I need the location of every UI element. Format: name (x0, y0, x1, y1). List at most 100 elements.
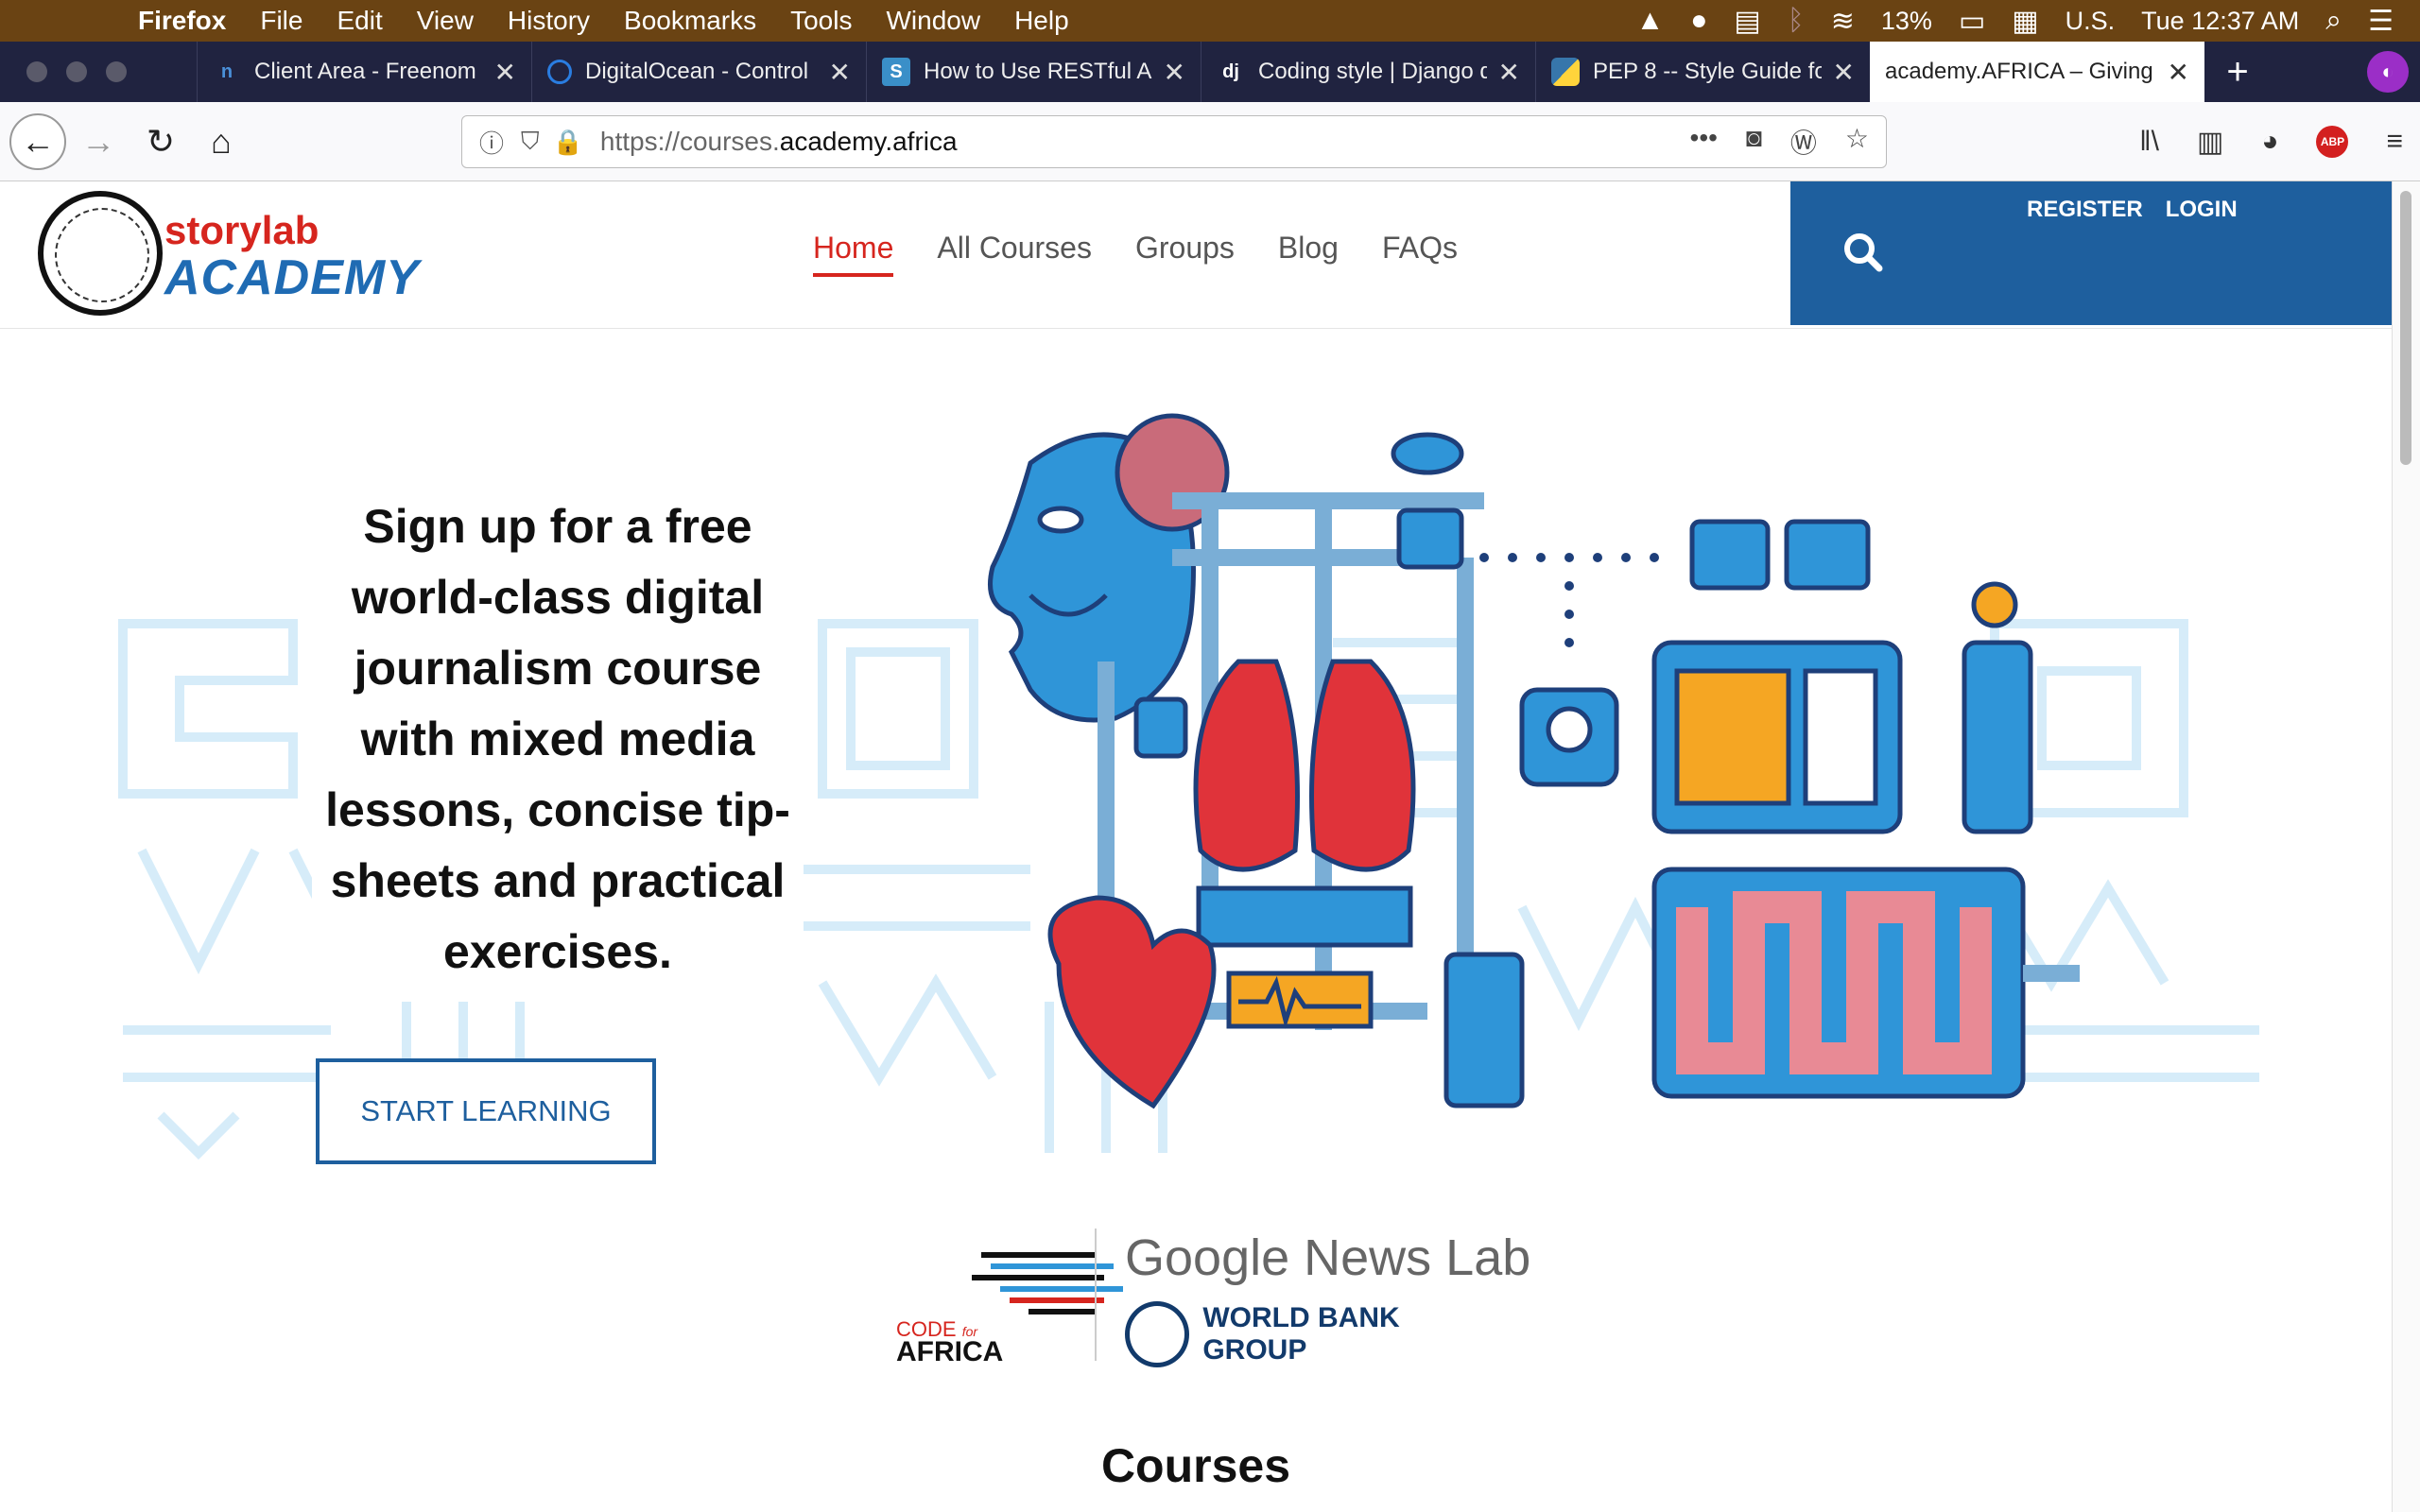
home-button[interactable]: ⌂ (199, 119, 244, 164)
tab-title: Client Area - Freenom (254, 59, 476, 84)
start-learning-button[interactable]: START LEARNING (316, 1058, 656, 1164)
tab-title: DigitalOcean - Control (585, 59, 809, 84)
nav-blog[interactable]: Blog (1278, 231, 1339, 277)
clock[interactable]: Tue 12:37 AM (2141, 7, 2299, 36)
menu-edit[interactable]: Edit (337, 6, 382, 36)
menubar-status-area: ▲ ● ▤ ᛒ ≋ 13% ▭ ▦ U.S. Tue 12:37 AM ⌕ ☰ (1636, 0, 2420, 42)
partners-logos: CODE for AFRICA Google News Lab WORLD BA… (889, 1228, 1530, 1370)
page-scrollbar[interactable] (2392, 181, 2420, 1512)
login-link[interactable]: LOGIN (2166, 197, 2238, 223)
pocket-icon[interactable]: ◙ (1746, 123, 1762, 161)
url-text[interactable]: https://courses.academy.africa (600, 127, 958, 157)
close-tab-icon[interactable]: ✕ (1498, 57, 1520, 88)
nav-home[interactable]: Home (813, 231, 894, 277)
site-info-icon[interactable]: ⓘ (479, 125, 504, 160)
world-bank-globe-icon (1125, 1301, 1190, 1367)
navigation-toolbar: ← → ↻ ⌂ ⓘ ⛉ 🔒 https://courses.academy.af… (0, 102, 2420, 181)
close-tab-icon[interactable]: ✕ (2168, 57, 2189, 88)
logo-storylab-text: storylab (164, 208, 320, 252)
world-bank-text: WORLD BANK GROUP (1202, 1302, 1400, 1366)
django-favicon-icon: dj (1222, 60, 1239, 82)
search-icon[interactable] (1838, 227, 1891, 280)
reload-button[interactable]: ↻ (138, 119, 183, 164)
courses-section-title: Courses (1100, 1439, 1291, 1492)
menu-app-name[interactable]: Firefox (138, 6, 226, 36)
boxes-icon[interactable]: ▤ (1734, 5, 1760, 38)
vlc-icon[interactable]: ▲ (1636, 5, 1665, 37)
code-for-africa-logo[interactable]: CODE for AFRICA (896, 1247, 1123, 1367)
close-window-button[interactable] (26, 61, 47, 82)
macos-menubar: Firefox File Edit View History Bookmarks… (0, 0, 2420, 42)
tab-title: Coding style | Django d (1258, 59, 1487, 84)
flag-us-icon[interactable]: ▦ (2012, 5, 2038, 38)
bookmark-star-icon[interactable]: ☆ (1845, 123, 1869, 161)
evernote-icon[interactable]: ● (1690, 5, 1707, 37)
tracking-shield-icon[interactable]: ⛉ (521, 127, 540, 157)
nav-groups[interactable]: Groups (1135, 231, 1235, 277)
close-tab-icon[interactable]: ✕ (1833, 57, 1855, 88)
scrollbar-thumb[interactable] (2400, 191, 2411, 465)
sitepoint-favicon-icon: S (882, 58, 910, 86)
storylab-academy-logo[interactable]: storylab ACADEMY (38, 191, 419, 319)
forward-button[interactable]: → (76, 119, 121, 164)
hero-illustration (988, 413, 2080, 1109)
main-nav: Home All Courses Groups Blog FAQs (813, 231, 1458, 277)
adblock-plus-icon[interactable]: ABP (2316, 126, 2349, 158)
menu-view[interactable]: View (417, 6, 474, 36)
tab-restful[interactable]: S How to Use RESTful AI ✕ (866, 42, 1201, 102)
logo-academy-text: ACADEMY (164, 250, 420, 305)
close-tab-icon[interactable]: ✕ (494, 57, 516, 88)
hamburger-menu-icon[interactable]: ≡ (2386, 126, 2403, 158)
tab-academy-africa[interactable]: academy.AFRICA – Giving ✕ (1870, 42, 2204, 102)
register-link[interactable]: REGISTER (2027, 197, 2143, 223)
menu-window[interactable]: Window (886, 6, 980, 36)
wordpress-icon[interactable]: Ⓦ (1790, 123, 1817, 161)
freenom-favicon-icon: n (220, 60, 233, 82)
menu-bookmarks[interactable]: Bookmarks (624, 6, 756, 36)
close-tab-icon[interactable]: ✕ (829, 57, 851, 88)
nav-faqs[interactable]: FAQs (1382, 231, 1458, 277)
library-icon[interactable]: ‖\ (2139, 126, 2159, 158)
tab-pep8[interactable]: PEP 8 -- Style Guide fo ✕ (1535, 42, 1870, 102)
menu-help[interactable]: Help (1014, 6, 1069, 36)
minimize-window-button[interactable] (66, 61, 87, 82)
tab-freenom[interactable]: n Client Area - Freenom ✕ (197, 42, 531, 102)
wifi-icon[interactable]: ≋ (1831, 5, 1855, 38)
tab-strip: n Client Area - Freenom ✕ DigitalOcean -… (0, 42, 2420, 102)
notification-center-icon[interactable]: ☰ (2368, 5, 2394, 38)
battery-icon[interactable]: ▭ (1959, 5, 1985, 38)
input-source[interactable]: U.S. (2066, 7, 2116, 36)
address-bar[interactable]: ⓘ ⛉ 🔒 https://courses.academy.africa •••… (461, 115, 1887, 168)
digitalocean-favicon-icon (547, 60, 572, 84)
header-actions-panel: REGISTER LOGIN (1790, 181, 2392, 325)
tab-title: How to Use RESTful AI (924, 59, 1152, 84)
extension-icon[interactable]: ◕ (2261, 126, 2278, 158)
africa-globe-icon (38, 191, 163, 316)
partners-divider (1095, 1228, 1097, 1361)
toolbar-right: ‖\ ▥ ◕ ABP ≡ (2139, 115, 2403, 168)
spotlight-search-icon[interactable]: ⌕ (2325, 5, 2342, 37)
cfa-africa-text: AFRICA (896, 1336, 1004, 1367)
tab-digitalocean[interactable]: DigitalOcean - Control ✕ (531, 42, 866, 102)
back-button[interactable]: ← (9, 113, 66, 170)
menu-tools[interactable]: Tools (790, 6, 852, 36)
python-favicon-icon (1551, 58, 1580, 86)
secure-lock-icon[interactable]: 🔒 (553, 128, 583, 157)
nav-all-courses[interactable]: All Courses (937, 231, 1092, 277)
menu-file[interactable]: File (260, 6, 302, 36)
sidebar-icon[interactable]: ▥ (2197, 126, 2223, 159)
window-controls (0, 42, 197, 102)
page-actions-icon[interactable]: ••• (1690, 123, 1718, 161)
bluetooth-icon[interactable]: ᛒ (1788, 5, 1805, 37)
world-bank-group-logo[interactable]: WORLD BANK GROUP (1125, 1300, 1503, 1368)
private-browsing-icon: ◐ (2367, 51, 2409, 93)
close-tab-icon[interactable]: ✕ (1164, 57, 1185, 88)
menu-history[interactable]: History (508, 6, 590, 36)
zoom-window-button[interactable] (106, 61, 127, 82)
tab-django[interactable]: dj Coding style | Django d ✕ (1201, 42, 1535, 102)
site-header: storylab ACADEMY Home All Courses Groups… (0, 181, 2392, 329)
battery-percent: 13% (1880, 6, 1932, 35)
google-news-lab-logo[interactable]: Google News Lab (1125, 1228, 1530, 1287)
new-tab-button[interactable]: + (2204, 42, 2271, 102)
hero-headline: Sign up for a free world-class digital j… (312, 491, 804, 988)
